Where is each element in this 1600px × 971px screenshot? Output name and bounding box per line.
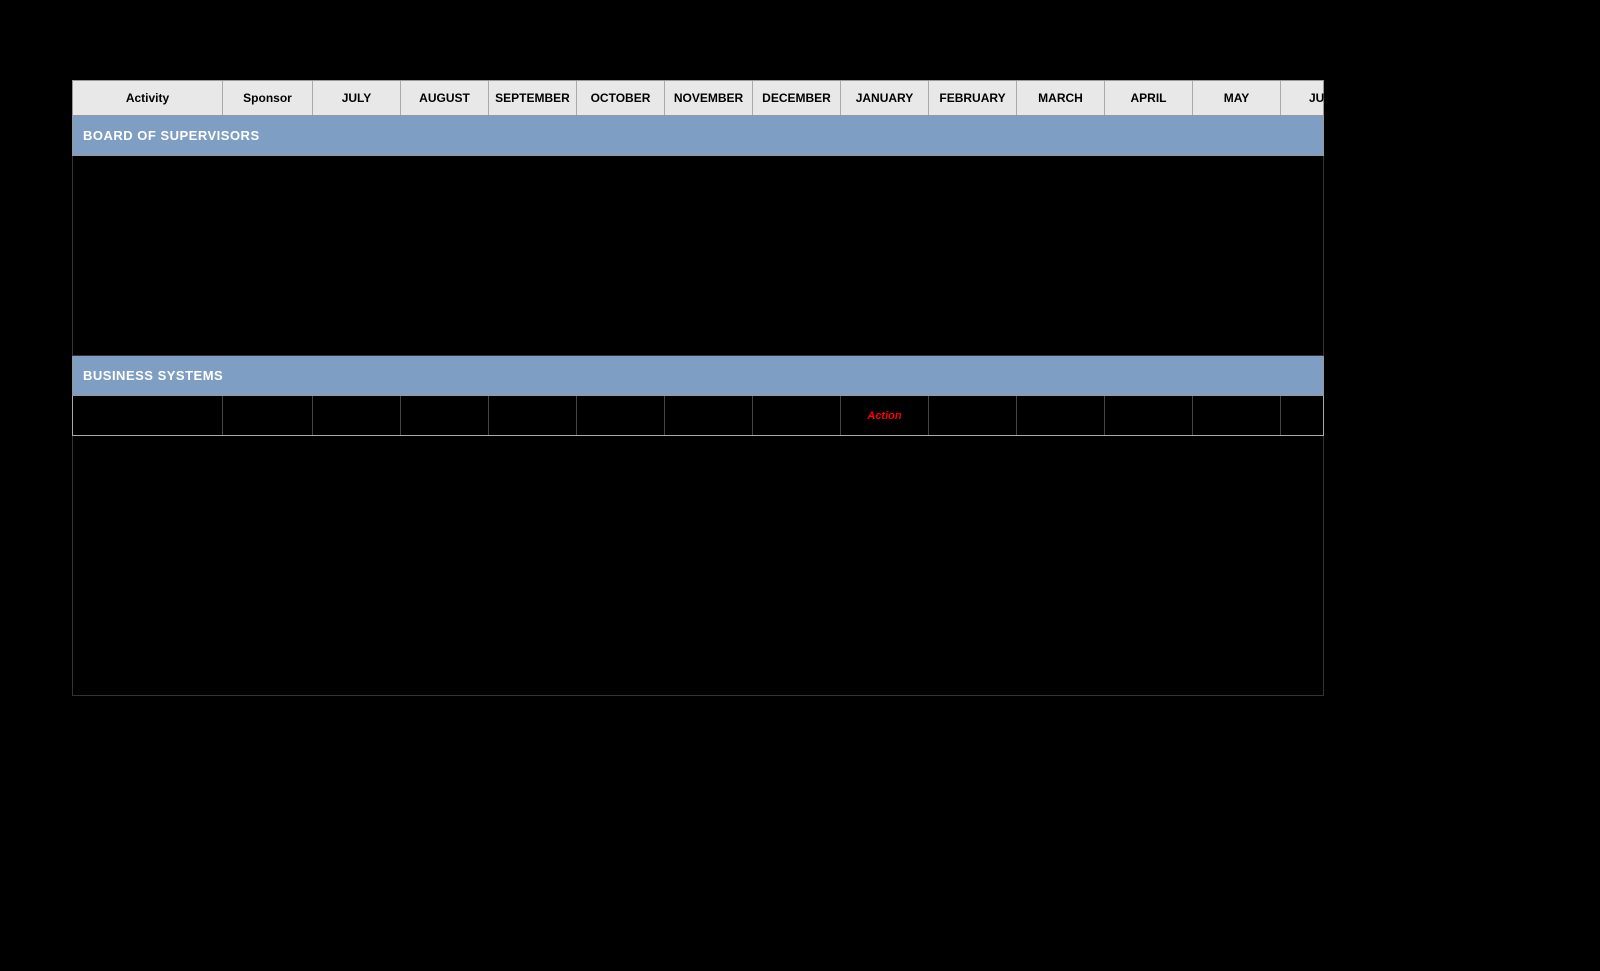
cell-june bbox=[1281, 396, 1369, 435]
section-business-systems: BUSINESS SYSTEMS bbox=[72, 356, 1324, 396]
cell-august bbox=[401, 396, 489, 435]
board-spacer-rows bbox=[72, 156, 1324, 356]
cell-may bbox=[1193, 396, 1281, 435]
business-spacer-rows bbox=[72, 436, 1324, 696]
header-row: Activity Sponsor JULY AUGUST SEPTEMBER O… bbox=[72, 80, 1324, 116]
section-board-of-supervisors: BOARD OF SUPERVISORS bbox=[72, 116, 1324, 156]
cell-april bbox=[1105, 396, 1193, 435]
page-container: Activity Sponsor JULY AUGUST SEPTEMBER O… bbox=[0, 0, 1600, 971]
header-january: JANUARY bbox=[841, 81, 929, 115]
cell-july bbox=[313, 396, 401, 435]
header-april: APRIL bbox=[1105, 81, 1193, 115]
cell-march bbox=[1017, 396, 1105, 435]
header-february: FEBRUARY bbox=[929, 81, 1017, 115]
cell-activity bbox=[73, 396, 223, 435]
header-november: NOVEMBER bbox=[665, 81, 753, 115]
header-june: JUNE bbox=[1281, 81, 1369, 115]
cell-october bbox=[577, 396, 665, 435]
header-sponsor: Sponsor bbox=[223, 81, 313, 115]
header-july: JULY bbox=[313, 81, 401, 115]
header-october: OCTOBER bbox=[577, 81, 665, 115]
cell-november bbox=[665, 396, 753, 435]
section-title-board: BOARD OF SUPERVISORS bbox=[83, 128, 260, 143]
header-activity: Activity bbox=[73, 81, 223, 115]
header-august: AUGUST bbox=[401, 81, 489, 115]
cell-sponsor bbox=[223, 396, 313, 435]
header-march: MARCH bbox=[1017, 81, 1105, 115]
table-row: Action bbox=[72, 396, 1324, 436]
cell-december bbox=[753, 396, 841, 435]
cell-january-action: Action bbox=[841, 396, 929, 435]
header-may: MAY bbox=[1193, 81, 1281, 115]
table-wrapper: Activity Sponsor JULY AUGUST SEPTEMBER O… bbox=[72, 80, 1324, 696]
cell-september bbox=[489, 396, 577, 435]
header-december: DECEMBER bbox=[753, 81, 841, 115]
cell-february bbox=[929, 396, 1017, 435]
header-september: SEPTEMBER bbox=[489, 81, 577, 115]
section-title-business: BUSINESS SYSTEMS bbox=[83, 368, 223, 383]
